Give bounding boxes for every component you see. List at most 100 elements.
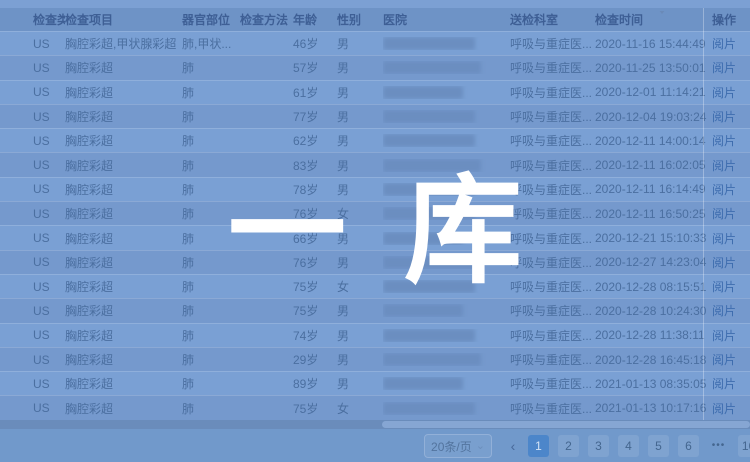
cell-item: 胸腔彩超 xyxy=(65,278,182,295)
cell-time: 2020-12-11 14:00:14 xyxy=(595,134,712,148)
cell-age: 46岁 xyxy=(293,35,337,52)
cell-dept: 呼吸与重症医... xyxy=(510,278,595,295)
cell-item: 胸腔彩超 xyxy=(65,351,182,368)
page-button-1[interactable]: 1 xyxy=(528,435,549,457)
read-film-link[interactable]: 阅片 xyxy=(712,280,736,294)
read-film-link[interactable]: 阅片 xyxy=(712,159,736,173)
page-size-select[interactable]: 20条/页 ⌄ xyxy=(424,434,492,458)
col-header-organ[interactable]: 器官部位 xyxy=(182,11,240,28)
page-button-6[interactable]: 6 xyxy=(678,435,699,457)
table-row: US胸腔彩超,甲状腺彩超肺,甲状...46岁男呼吸与重症医...2020-11-… xyxy=(0,31,750,55)
read-film-link[interactable]: 阅片 xyxy=(712,134,736,148)
cell-organ: 肺 xyxy=(182,59,240,76)
read-film-link[interactable]: 阅片 xyxy=(712,61,736,75)
col-header-method[interactable]: 检查方法 xyxy=(240,11,293,28)
cell-organ: 肺 xyxy=(182,327,240,344)
cell-age: 77岁 xyxy=(293,108,337,125)
cell-time: 2021-01-13 10:17:16 xyxy=(595,401,712,415)
cell-age: 89岁 xyxy=(293,375,337,392)
cell-item: 胸腔彩超 xyxy=(65,327,182,344)
read-film-link[interactable]: 阅片 xyxy=(712,402,736,416)
page-button-4[interactable]: 4 xyxy=(618,435,639,457)
cell-organ: 肺 xyxy=(182,84,240,101)
cell-action: 阅片 xyxy=(712,230,750,247)
horizontal-scrollbar[interactable] xyxy=(0,420,750,429)
cell-action: 阅片 xyxy=(712,278,750,295)
cell-type: US xyxy=(33,61,65,75)
read-film-link[interactable]: 阅片 xyxy=(712,110,736,124)
cell-dept: 呼吸与重症医... xyxy=(510,59,595,76)
table-row: US胸腔彩超肺89岁男呼吸与重症医...2021-01-13 08:35:05阅… xyxy=(0,371,750,395)
sort-descending-icon[interactable] xyxy=(658,11,666,28)
cell-type: US xyxy=(33,231,65,245)
cell-time: 2020-12-11 16:02:05 xyxy=(595,158,712,172)
read-film-link[interactable]: 阅片 xyxy=(712,353,736,367)
table-row: US胸腔彩超肺57岁男呼吸与重症医...2020-11-25 13:50:01阅… xyxy=(0,55,750,79)
read-film-link[interactable]: 阅片 xyxy=(712,183,736,197)
hospital-redacted-value xyxy=(383,159,481,172)
read-film-link[interactable]: 阅片 xyxy=(712,329,736,343)
cell-organ: 肺 xyxy=(182,230,240,247)
page-button-16[interactable]: 16 xyxy=(738,435,750,457)
cell-type: US xyxy=(33,37,65,51)
col-header-hospital[interactable]: 医院 xyxy=(383,11,510,28)
table-row: US胸腔彩超肺74岁男呼吸与重症医...2020-12-28 11:38:11阅… xyxy=(0,323,750,347)
col-header-department[interactable]: 送检科室 xyxy=(510,11,595,28)
hospital-redacted-value xyxy=(383,61,481,74)
cell-gender: 男 xyxy=(337,230,383,247)
cell-hospital xyxy=(383,37,510,50)
cell-item: 胸腔彩超 xyxy=(65,254,182,271)
cell-item: 胸腔彩超 xyxy=(65,59,182,76)
cell-type: US xyxy=(33,328,65,342)
cell-item: 胸腔彩超 xyxy=(65,302,182,319)
read-film-link[interactable]: 阅片 xyxy=(712,86,736,100)
cell-action: 阅片 xyxy=(712,132,750,149)
page-size-value: 20条/页 xyxy=(431,438,472,455)
col-header-gender[interactable]: 性别 xyxy=(337,11,383,28)
cell-item: 胸腔彩超 xyxy=(65,400,182,417)
read-film-link[interactable]: 阅片 xyxy=(712,377,736,391)
col-header-exam-time[interactable]: 检查时间 xyxy=(595,11,712,28)
cell-type: US xyxy=(33,110,65,124)
cell-item: 胸腔彩超 xyxy=(65,108,182,125)
read-film-link[interactable]: 阅片 xyxy=(712,232,736,246)
table-row: US胸腔彩超肺66岁男呼吸与重症医...2020-12-21 15:10:33阅… xyxy=(0,225,750,249)
cell-action: 阅片 xyxy=(712,254,750,271)
cell-action: 阅片 xyxy=(712,375,750,392)
table-row: US胸腔彩超肺62岁男呼吸与重症医...2020-12-11 14:00:14阅… xyxy=(0,128,750,152)
scrollbar-thumb[interactable] xyxy=(382,421,750,428)
cell-gender: 男 xyxy=(337,108,383,125)
page-button-2[interactable]: 2 xyxy=(558,435,579,457)
hospital-redacted-value xyxy=(383,377,463,390)
read-film-link[interactable]: 阅片 xyxy=(712,207,736,221)
cell-item: 胸腔彩超 xyxy=(65,84,182,101)
cell-time: 2021-01-13 08:35:05 xyxy=(595,377,712,391)
table-row: US胸腔彩超肺83岁男呼吸与重症医...2020-12-11 16:02:05阅… xyxy=(0,152,750,176)
read-film-link[interactable]: 阅片 xyxy=(712,304,736,318)
cell-dept: 呼吸与重症医... xyxy=(510,400,595,417)
hospital-redacted-value xyxy=(383,329,475,342)
cell-action: 阅片 xyxy=(712,302,750,319)
cell-type: US xyxy=(33,304,65,318)
sort-carets-icon[interactable] xyxy=(650,14,666,28)
col-header-exam-item[interactable]: 检查项目 xyxy=(65,11,182,28)
cell-age: 29岁 xyxy=(293,351,337,368)
col-header-exam-type[interactable]: 检查类型 xyxy=(33,11,65,28)
page-button-3[interactable]: 3 xyxy=(588,435,609,457)
more-pages-ellipsis[interactable]: ••• xyxy=(708,435,729,457)
cell-age: 62岁 xyxy=(293,132,337,149)
cell-time: 2020-12-28 10:24:30 xyxy=(595,304,712,318)
cell-dept: 呼吸与重症医... xyxy=(510,157,595,174)
table-row: US胸腔彩超肺61岁男呼吸与重症医...2020-12-01 11:14:21阅… xyxy=(0,80,750,104)
read-film-link[interactable]: 阅片 xyxy=(712,256,736,270)
page-button-5[interactable]: 5 xyxy=(648,435,669,457)
cell-hospital xyxy=(383,232,510,245)
prev-page-button[interactable]: ‹ xyxy=(505,434,521,458)
col-header-age[interactable]: 年龄 xyxy=(293,11,337,28)
cell-age: 74岁 xyxy=(293,327,337,344)
cell-item: 胸腔彩超 xyxy=(65,205,182,222)
read-film-link[interactable]: 阅片 xyxy=(712,37,736,51)
cell-type: US xyxy=(33,207,65,221)
cell-dept: 呼吸与重症医... xyxy=(510,375,595,392)
chevron-down-icon: ⌄ xyxy=(476,442,485,450)
